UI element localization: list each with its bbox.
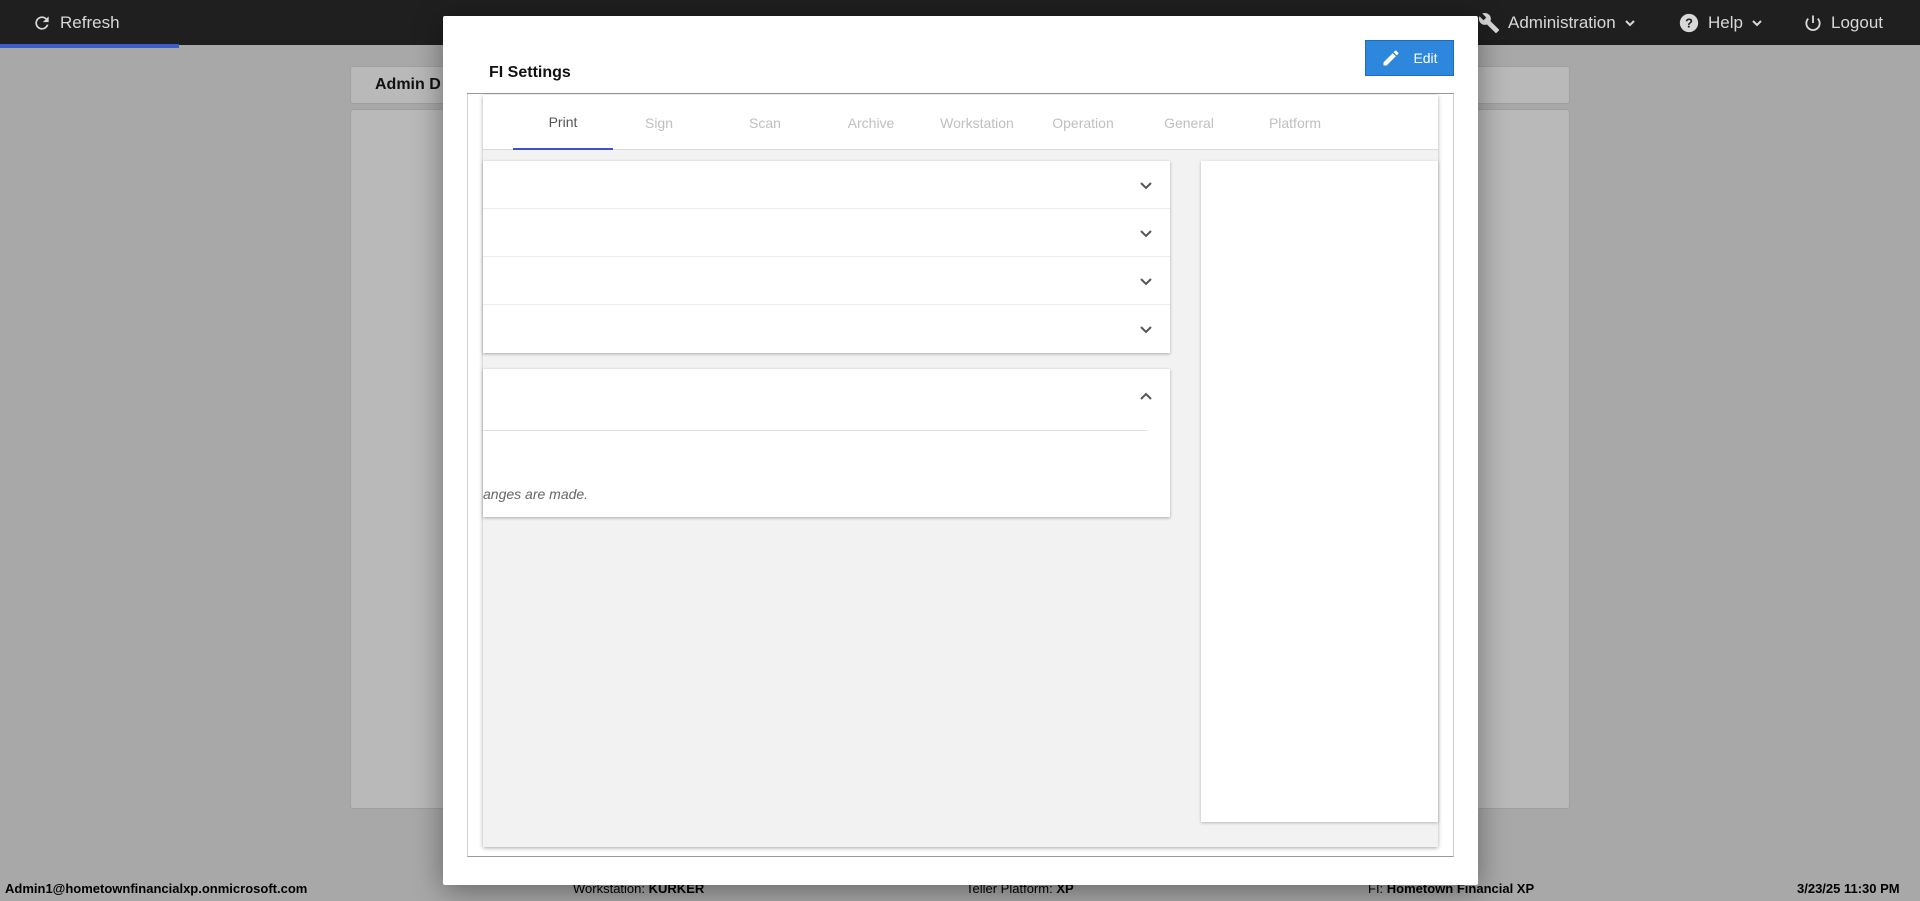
tab-print[interactable]: Print bbox=[513, 95, 613, 150]
refresh-label: Refresh bbox=[60, 12, 120, 32]
tab-scan[interactable]: Scan bbox=[715, 95, 815, 150]
accordion-item[interactable] bbox=[483, 209, 1170, 257]
settings-tabs: Print Sign Scan Archive Workstation Oper… bbox=[483, 95, 1438, 150]
chevron-down-icon bbox=[1140, 182, 1152, 190]
edit-button[interactable]: Edit bbox=[1365, 40, 1454, 76]
help-icon: ? bbox=[1679, 13, 1699, 32]
logout-label: Logout bbox=[1831, 12, 1883, 32]
administration-label: Administration bbox=[1508, 12, 1616, 32]
tab-archive[interactable]: Archive bbox=[821, 95, 921, 150]
chevron-down-icon bbox=[1140, 278, 1152, 286]
tab-operation[interactable]: Operation bbox=[1033, 95, 1133, 150]
chevron-down-icon bbox=[1752, 19, 1762, 26]
refresh-button[interactable]: Refresh bbox=[32, 0, 120, 45]
accordion-expanded-header[interactable] bbox=[483, 369, 1170, 429]
edit-label: Edit bbox=[1413, 50, 1438, 66]
accordion-item-expanded: anges are made. bbox=[483, 369, 1170, 517]
help-label: Help bbox=[1708, 12, 1743, 32]
tab-workstation[interactable]: Workstation bbox=[927, 95, 1027, 150]
modal-title: FI Settings bbox=[489, 64, 571, 81]
wrench-icon bbox=[1478, 12, 1500, 33]
tab-platform[interactable]: Platform bbox=[1245, 95, 1345, 150]
accordion-note: anges are made. bbox=[483, 486, 589, 502]
tab-sign[interactable]: Sign bbox=[609, 95, 709, 150]
power-icon bbox=[1805, 15, 1821, 31]
accordion-item[interactable] bbox=[483, 257, 1170, 305]
loading-progress-bar bbox=[0, 44, 179, 48]
chevron-down-icon bbox=[1625, 19, 1635, 26]
settings-panel: Print Sign Scan Archive Workstation Oper… bbox=[483, 95, 1438, 847]
chevron-down-icon bbox=[1140, 230, 1152, 238]
accordion-item[interactable] bbox=[483, 305, 1170, 353]
tab-general[interactable]: General bbox=[1139, 95, 1239, 150]
accordion-group bbox=[483, 161, 1170, 353]
logout-button[interactable]: Logout bbox=[1803, 0, 1883, 45]
status-datetime: 3/23/25 11:30 PM bbox=[1797, 881, 1900, 896]
svg-text:?: ? bbox=[1685, 15, 1693, 30]
fi-settings-modal: FI Settings Edit Print Sign Scan Archive… bbox=[443, 16, 1478, 885]
refresh-icon bbox=[35, 15, 49, 30]
administration-menu[interactable]: Administration bbox=[1478, 0, 1636, 45]
accordion-item[interactable] bbox=[483, 161, 1170, 209]
side-panel bbox=[1201, 161, 1438, 822]
chevron-down-icon bbox=[1140, 326, 1152, 334]
accordion-divider bbox=[483, 430, 1147, 431]
status-user: Admin1@hometownfinancialxp.onmicrosoft.c… bbox=[5, 881, 308, 896]
pencil-icon bbox=[1383, 50, 1399, 66]
modal-header: FI Settings Edit bbox=[467, 40, 1454, 94]
chevron-up-icon bbox=[1140, 392, 1152, 400]
help-menu[interactable]: ? Help bbox=[1678, 0, 1763, 45]
background-card-title: Admin D bbox=[375, 76, 441, 93]
